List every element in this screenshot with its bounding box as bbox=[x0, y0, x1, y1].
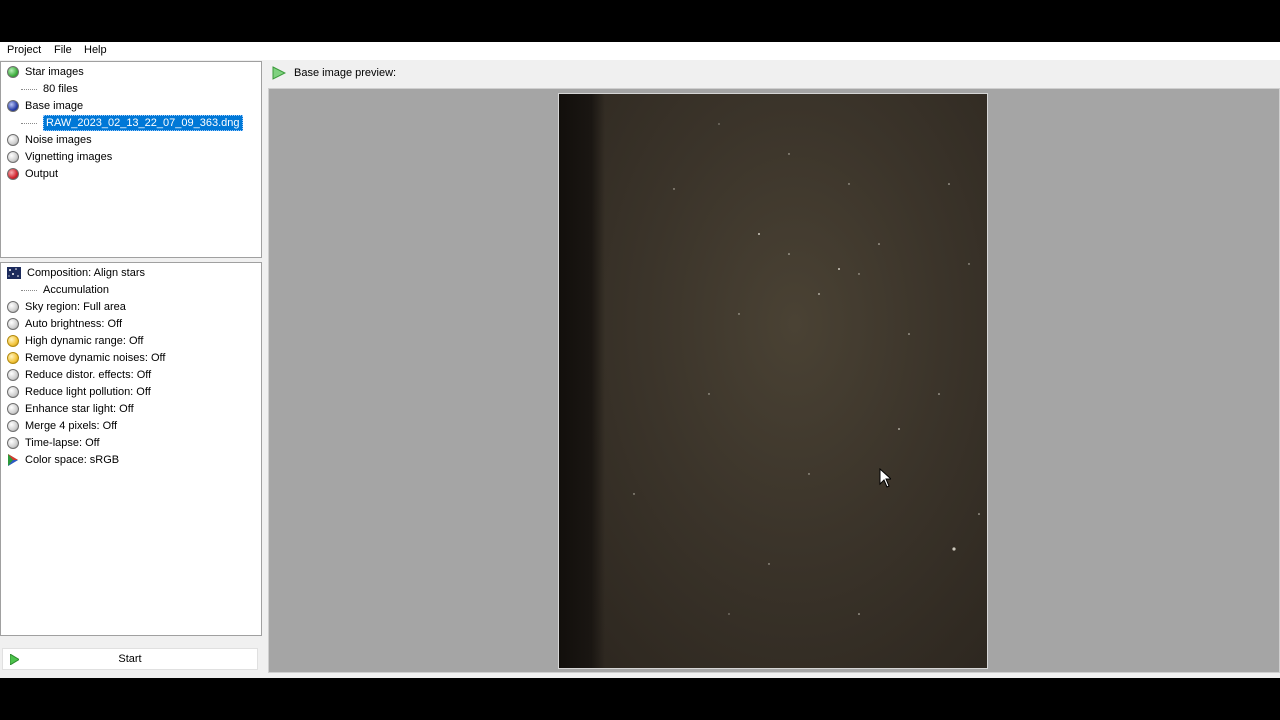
stars-icon bbox=[7, 267, 21, 279]
gray-status-icon bbox=[7, 134, 19, 146]
inputs-tree-panel: Star images 80 files Base image RAW_2023… bbox=[0, 61, 262, 258]
tree-item-star-files[interactable]: 80 files bbox=[21, 81, 78, 97]
setting-remove-dynamic-noises[interactable]: Remove dynamic noises: Off bbox=[7, 350, 165, 366]
settings-tree-panel: Composition: Align stars Accumulation Sk… bbox=[0, 262, 262, 636]
green-status-icon bbox=[7, 66, 19, 78]
blue-status-icon bbox=[7, 100, 19, 112]
setting-auto-brightness[interactable]: Auto brightness: Off bbox=[7, 316, 122, 332]
tree-item-star-images[interactable]: Star images bbox=[7, 64, 84, 80]
gray-status-icon bbox=[7, 403, 19, 415]
menu-project[interactable]: Project bbox=[7, 44, 41, 56]
setting-sky-region[interactable]: Sky region: Full area bbox=[7, 299, 126, 315]
application-window: Project File Help Star images 80 files B… bbox=[0, 42, 1280, 678]
setting-time-lapse[interactable]: Time-lapse: Off bbox=[7, 435, 100, 451]
star-field bbox=[633, 123, 980, 615]
gray-status-icon bbox=[7, 151, 19, 163]
tree-item-base-file[interactable]: RAW_2023_02_13_22_07_09_363.dng bbox=[21, 115, 243, 131]
gray-status-icon bbox=[7, 318, 19, 330]
setting-reduce-light-pollution[interactable]: Reduce light pollution: Off bbox=[7, 384, 151, 400]
gray-status-icon bbox=[7, 420, 19, 432]
setting-composition[interactable]: Composition: Align stars bbox=[7, 265, 145, 281]
preview-area bbox=[268, 88, 1280, 673]
menu-bar: Project File Help bbox=[0, 42, 1280, 60]
arrow-right-icon bbox=[272, 66, 286, 80]
tree-item-vignetting-images[interactable]: Vignetting images bbox=[7, 149, 112, 165]
setting-merge-4-pixels[interactable]: Merge 4 pixels: Off bbox=[7, 418, 117, 434]
setting-enhance-star-light[interactable]: Enhance star light: Off bbox=[7, 401, 134, 417]
tree-item-output[interactable]: Output bbox=[7, 166, 58, 182]
menu-help[interactable]: Help bbox=[84, 44, 107, 56]
setting-high-dynamic-range[interactable]: High dynamic range: Off bbox=[7, 333, 143, 349]
gray-status-icon bbox=[7, 437, 19, 449]
preview-header: Base image preview: bbox=[268, 60, 1280, 88]
red-status-icon bbox=[7, 168, 19, 180]
yellow-status-icon bbox=[7, 352, 19, 364]
start-label: Start bbox=[118, 653, 142, 665]
menu-file[interactable]: File bbox=[54, 44, 72, 56]
gray-status-icon bbox=[7, 386, 19, 398]
base-image-preview[interactable] bbox=[558, 93, 988, 669]
tree-item-noise-images[interactable]: Noise images bbox=[7, 132, 92, 148]
setting-reduce-distortion[interactable]: Reduce distor. effects: Off bbox=[7, 367, 151, 383]
setting-color-space[interactable]: Color space: sRGB bbox=[7, 452, 119, 468]
yellow-status-icon bbox=[7, 335, 19, 347]
tree-item-base-image[interactable]: Base image bbox=[7, 98, 83, 114]
gray-status-icon bbox=[7, 301, 19, 313]
setting-accumulation[interactable]: Accumulation bbox=[21, 282, 109, 298]
start-button[interactable]: Start bbox=[2, 648, 258, 670]
mouse-cursor-icon bbox=[879, 468, 891, 488]
gray-status-icon bbox=[7, 369, 19, 381]
color-space-icon bbox=[8, 454, 18, 466]
preview-title: Base image preview: bbox=[294, 67, 397, 79]
